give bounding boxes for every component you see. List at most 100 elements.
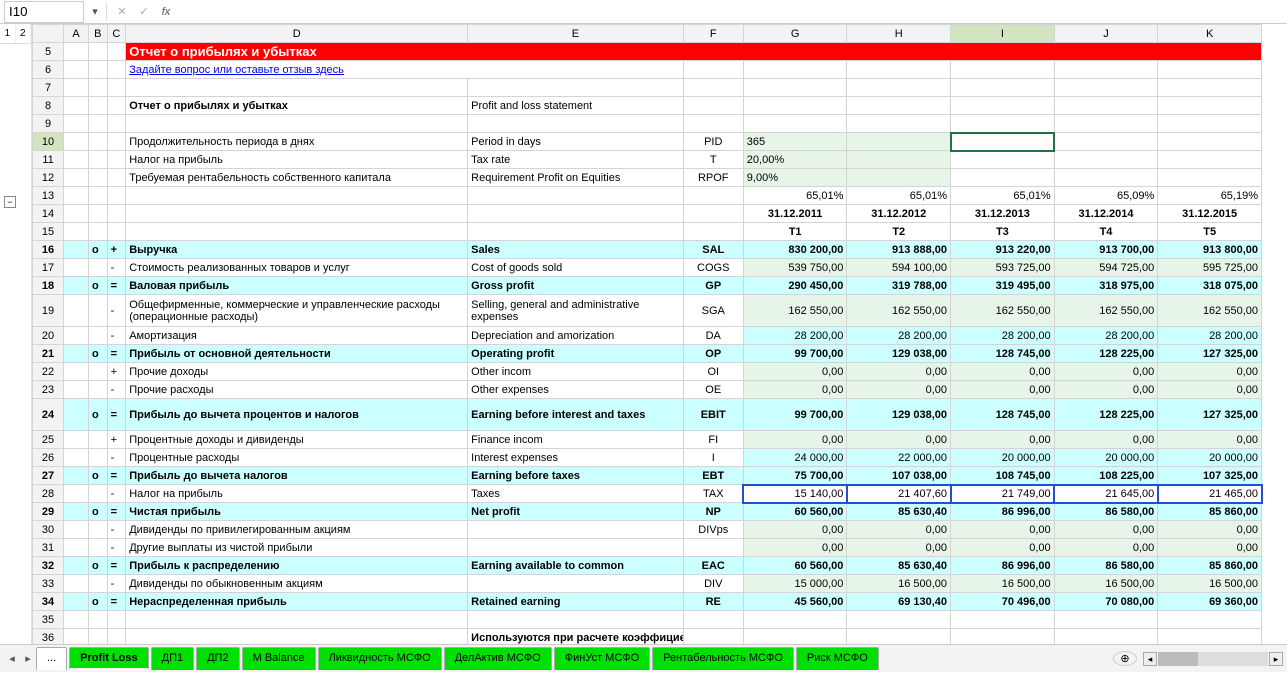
row-header[interactable]: 26 <box>33 449 64 467</box>
row-header[interactable]: 31 <box>33 539 64 557</box>
cell[interactable]: 21 407,60 <box>847 485 951 503</box>
cell[interactable]: 318 975,00 <box>1054 277 1158 295</box>
cell[interactable]: 65,19% <box>1158 187 1262 205</box>
row-header[interactable]: 24 <box>33 399 64 431</box>
cell[interactable]: DIVps <box>683 521 743 539</box>
cell[interactable]: EAC <box>683 557 743 575</box>
cell[interactable]: o <box>88 277 107 295</box>
cell[interactable]: 16 500,00 <box>1158 575 1262 593</box>
scroll-left-icon[interactable]: ◂ <box>1143 652 1157 666</box>
cell[interactable]: - <box>107 259 126 277</box>
row-header[interactable]: 28 <box>33 485 64 503</box>
cell[interactable]: 69 360,00 <box>1158 593 1262 611</box>
fx-icon[interactable]: fx <box>155 6 177 18</box>
cell[interactable]: = <box>107 277 126 295</box>
cell[interactable]: Дивиденды по обыкновенным акциям <box>126 575 468 593</box>
row-header[interactable]: 16 <box>33 241 64 259</box>
tab-finust[interactable]: ФинУст МСФО <box>554 647 650 670</box>
cell[interactable]: o <box>88 503 107 521</box>
row-header[interactable]: 8 <box>33 97 64 115</box>
cell[interactable]: 70 496,00 <box>951 593 1055 611</box>
cell[interactable]: - <box>107 449 126 467</box>
cell[interactable]: 913 800,00 <box>1158 241 1262 259</box>
cell[interactable]: OE <box>683 381 743 399</box>
cell[interactable] <box>468 539 684 557</box>
row-header[interactable]: 15 <box>33 223 64 241</box>
cell[interactable]: 913 888,00 <box>847 241 951 259</box>
cell[interactable]: Отчет о прибылях и убытках <box>126 97 468 115</box>
row-header[interactable]: 34 <box>33 593 64 611</box>
row-header[interactable]: 29 <box>33 503 64 521</box>
row-header[interactable]: 12 <box>33 169 64 187</box>
cell[interactable]: - <box>107 521 126 539</box>
cell[interactable]: 594 100,00 <box>847 259 951 277</box>
cell[interactable]: 28 200,00 <box>847 327 951 345</box>
tab-nav-first-icon[interactable]: ◂ <box>4 652 20 665</box>
cell[interactable]: 0,00 <box>951 521 1055 539</box>
cell[interactable]: T5 <box>1158 223 1262 241</box>
cell[interactable]: T2 <box>847 223 951 241</box>
cell[interactable]: Прибыль до вычета процентов и налогов <box>126 399 468 431</box>
cell[interactable]: 0,00 <box>743 539 847 557</box>
cell[interactable]: SAL <box>683 241 743 259</box>
tab-delactiv[interactable]: ДелАктив МСФО <box>444 647 552 670</box>
tab-profit-loss[interactable]: Profit Loss <box>69 647 148 670</box>
cell[interactable]: 20 000,00 <box>951 449 1055 467</box>
cell[interactable]: Taxes <box>468 485 684 503</box>
cell[interactable]: Выручка <box>126 241 468 259</box>
cell[interactable]: o <box>88 467 107 485</box>
cell[interactable]: 129 038,00 <box>847 399 951 431</box>
cell[interactable]: 60 560,00 <box>743 557 847 575</box>
cell[interactable]: Процентные доходы и дивиденды <box>126 431 468 449</box>
cell[interactable]: 60 560,00 <box>743 503 847 521</box>
tab-nav-last-icon[interactable]: ▸ <box>20 652 36 665</box>
cell[interactable]: = <box>107 345 126 363</box>
name-box-dropdown-icon[interactable]: ▾ <box>88 5 102 18</box>
cell[interactable]: 108 745,00 <box>951 467 1055 485</box>
row-header[interactable]: 25 <box>33 431 64 449</box>
cell[interactable]: Net profit <box>468 503 684 521</box>
cell[interactable]: 319 495,00 <box>951 277 1055 295</box>
cell[interactable]: 65,01% <box>951 187 1055 205</box>
col-header-D[interactable]: D <box>126 25 468 43</box>
cell[interactable]: 28 200,00 <box>951 327 1055 345</box>
cell[interactable]: 127 325,00 <box>1158 345 1262 363</box>
cell[interactable]: 99 700,00 <box>743 345 847 363</box>
cell[interactable]: Depreciation and amorization <box>468 327 684 345</box>
cell[interactable]: = <box>107 467 126 485</box>
cell[interactable]: o <box>88 593 107 611</box>
row-header[interactable]: 30 <box>33 521 64 539</box>
cell[interactable]: 75 700,00 <box>743 467 847 485</box>
cell[interactable]: + <box>107 241 126 259</box>
cell[interactable]: DIV <box>683 575 743 593</box>
cell[interactable]: 15 140,00 <box>743 485 847 503</box>
cell[interactable]: 21 749,00 <box>951 485 1055 503</box>
cell[interactable]: Прочие доходы <box>126 363 468 381</box>
cell[interactable]: 85 860,00 <box>1158 503 1262 521</box>
cell[interactable]: 0,00 <box>1158 363 1262 381</box>
cell[interactable]: T <box>683 151 743 169</box>
cell[interactable]: Стоимость реализованных товаров и услуг <box>126 259 468 277</box>
cell[interactable]: 70 080,00 <box>1054 593 1158 611</box>
cell[interactable]: SGA <box>683 295 743 327</box>
cell[interactable]: Earning available to common <box>468 557 684 575</box>
cell[interactable]: Прочие расходы <box>126 381 468 399</box>
cell[interactable]: GP <box>683 277 743 295</box>
cell[interactable]: OI <box>683 363 743 381</box>
cell[interactable]: 31.12.2012 <box>847 205 951 223</box>
cell[interactable]: 31.12.2011 <box>743 205 847 223</box>
cell[interactable]: 0,00 <box>1054 431 1158 449</box>
cell[interactable]: 0,00 <box>951 381 1055 399</box>
cell[interactable]: Используются при расчете коэффициентов: <box>468 629 684 645</box>
cell[interactable]: Other expenses <box>468 381 684 399</box>
cell[interactable]: Gross profit <box>468 277 684 295</box>
cell[interactable]: 162 550,00 <box>1054 295 1158 327</box>
active-cell[interactable] <box>951 133 1055 151</box>
confirm-icon[interactable]: ✓ <box>133 5 155 18</box>
row-header[interactable]: 17 <box>33 259 64 277</box>
cell[interactable]: T1 <box>743 223 847 241</box>
cell[interactable]: Дивиденды по привилегированным акциям <box>126 521 468 539</box>
cell[interactable]: 108 225,00 <box>1054 467 1158 485</box>
cell[interactable]: Требуемая рентабельность собственного ка… <box>126 169 468 187</box>
cell[interactable]: OP <box>683 345 743 363</box>
